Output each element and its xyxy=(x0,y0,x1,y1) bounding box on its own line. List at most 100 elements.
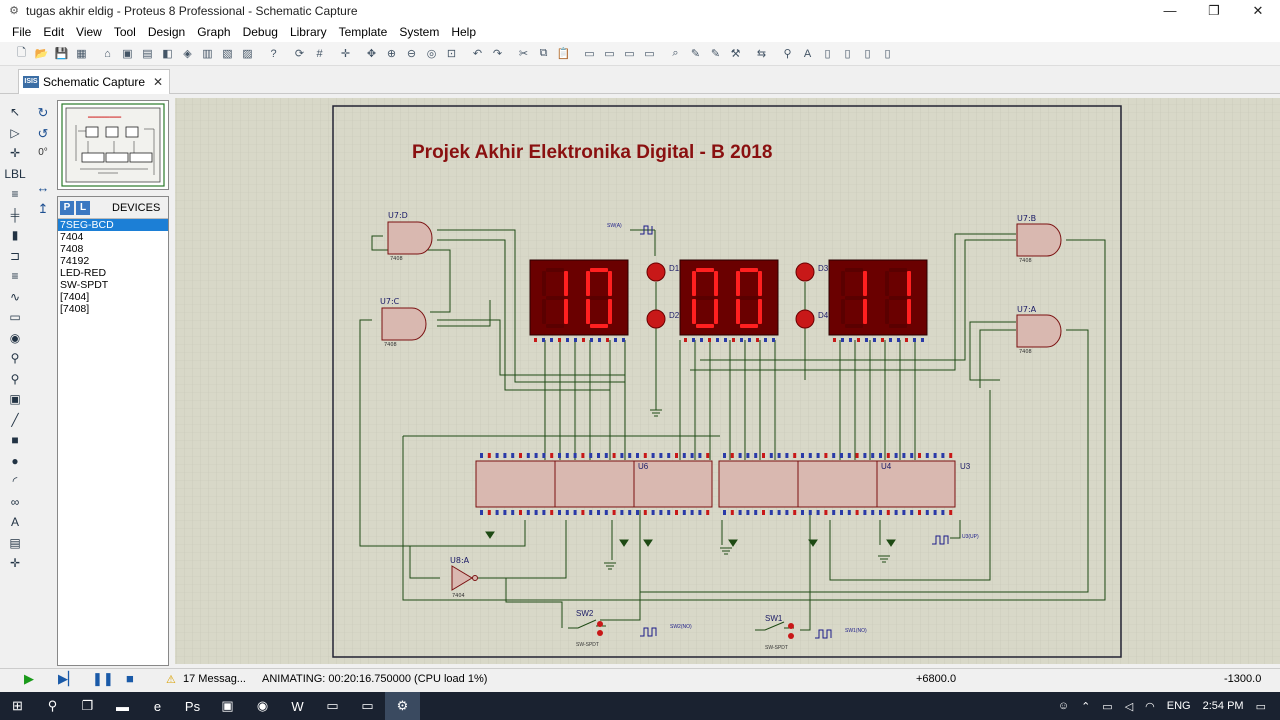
marker-mode-icon[interactable]: ✛ xyxy=(0,553,30,574)
app-window-icon[interactable]: ▭ xyxy=(315,692,350,720)
generator-mode-icon[interactable]: ◉ xyxy=(0,328,30,349)
pin-mode-icon[interactable]: ≡ xyxy=(0,266,30,287)
undo-icon[interactable]: ↶ xyxy=(468,45,487,63)
counter-chip-row-left[interactable]: U6 xyxy=(475,460,713,508)
store-icon[interactable]: ▣ xyxy=(210,692,245,720)
redo-icon[interactable]: ↷ xyxy=(488,45,507,63)
message-count[interactable]: 17 Messag... xyxy=(183,673,246,685)
paste-icon[interactable]: 📋 xyxy=(554,45,573,63)
menu-view[interactable]: View xyxy=(70,25,108,39)
clock[interactable]: 2:54 PM xyxy=(1203,700,1244,712)
device-item[interactable]: 7404 xyxy=(58,231,168,243)
copy-icon[interactable]: ⧉ xyxy=(534,45,553,63)
step-icon[interactable]: ▶▏ xyxy=(58,671,78,687)
tray-chevron-icon[interactable]: ⌃ xyxy=(1081,700,1090,713)
notifications-icon[interactable]: ▭ xyxy=(1256,700,1266,713)
home-icon[interactable]: ⌂ xyxy=(98,45,117,63)
terminal-mode-icon[interactable]: ⊐ xyxy=(0,246,30,267)
menu-edit[interactable]: Edit xyxy=(37,25,70,39)
pick-devices-button[interactable]: P xyxy=(60,200,74,215)
new-file-icon[interactable]: 🗋 xyxy=(12,45,31,63)
close-button[interactable]: ✕ xyxy=(1236,0,1280,22)
tape-recorder-icon[interactable]: ▭ xyxy=(0,307,30,328)
zoom-area-icon[interactable]: ⊡ xyxy=(442,45,461,63)
seven-segment-display[interactable] xyxy=(828,259,928,342)
block-move-icon[interactable]: ▭ xyxy=(600,45,619,63)
zoom-in-icon[interactable]: ⊕ xyxy=(382,45,401,63)
remove-sheet-icon[interactable]: ▯ xyxy=(838,45,857,63)
device-item[interactable]: 7408 xyxy=(58,243,168,255)
search-tag-icon[interactable]: ⚲ xyxy=(778,45,797,63)
file-explorer-icon[interactable]: ▬ xyxy=(105,692,140,720)
package-tool-icon[interactable]: ✎ xyxy=(706,45,725,63)
rotate-clockwise-icon[interactable]: ↻ xyxy=(30,105,56,126)
menu-help[interactable]: Help xyxy=(445,25,482,39)
current-probe-icon[interactable]: ⚲ xyxy=(0,369,30,390)
wire-label-icon[interactable]: LBL xyxy=(0,164,30,185)
property-assign-icon[interactable]: A xyxy=(798,45,817,63)
open-folder-icon[interactable]: 📂 xyxy=(32,45,51,63)
device-item[interactable]: [7404] xyxy=(58,291,168,303)
device-item[interactable]: SW-SPDT xyxy=(58,279,168,291)
mirror-y-icon[interactable]: ↥ xyxy=(30,201,56,222)
block-copy-icon[interactable]: ▭ xyxy=(580,45,599,63)
source-code-icon[interactable]: ▨ xyxy=(238,45,257,63)
pan-icon[interactable]: ✥ xyxy=(362,45,381,63)
graph-mode-icon[interactable]: ∿ xyxy=(0,287,30,308)
origin-icon[interactable]: ✛ xyxy=(336,45,355,63)
gerber-icon[interactable]: ◧ xyxy=(158,45,177,63)
decompose-icon[interactable]: ⚒ xyxy=(726,45,745,63)
tab-close-icon[interactable]: ✕ xyxy=(153,75,163,89)
voltage-probe-icon[interactable]: ⚲ xyxy=(0,348,30,369)
seven-segment-display[interactable] xyxy=(679,259,779,342)
device-item[interactable]: 7SEG-BCD xyxy=(58,219,168,231)
seven-segment-display[interactable] xyxy=(529,259,629,342)
people-icon[interactable]: ☺ xyxy=(1058,700,1069,712)
subcircuit-icon[interactable]: ▮ xyxy=(0,225,30,246)
selection-mode-icon[interactable]: ↖ xyxy=(0,102,30,123)
counter-chip-row-right[interactable]: U4 U3 xyxy=(718,460,971,508)
bus-mode-icon[interactable]: ╪ xyxy=(0,205,30,226)
menu-template[interactable]: Template xyxy=(333,25,394,39)
wire-autorouter-icon[interactable]: ⇆ xyxy=(752,45,771,63)
device-item[interactable]: 74192 xyxy=(58,255,168,267)
menu-tool[interactable]: Tool xyxy=(108,25,142,39)
junction-dot-icon[interactable]: ✛ xyxy=(0,143,30,164)
zoom-out-icon[interactable]: ⊖ xyxy=(402,45,421,63)
schematic-editor[interactable]: Projek Akhir Elektronika Digital - B 201… xyxy=(175,98,1280,664)
arc-mode-icon[interactable]: ◜ xyxy=(0,471,30,492)
mirror-x-icon[interactable]: ↔ xyxy=(30,180,56,201)
search-icon[interactable]: ⚲ xyxy=(35,692,70,720)
task-view-icon[interactable]: ❐ xyxy=(70,692,105,720)
cut-icon[interactable]: ✂ xyxy=(514,45,533,63)
windows-start-icon[interactable]: ⊞ xyxy=(0,692,35,720)
word-icon[interactable]: W xyxy=(280,692,315,720)
device-item[interactable]: LED-RED xyxy=(58,267,168,279)
make-device-icon[interactable]: ✎ xyxy=(686,45,705,63)
restore-button[interactable]: ❐ xyxy=(1192,0,1236,22)
minimize-button[interactable]: — xyxy=(1148,0,1192,22)
edge-browser-icon[interactable]: e xyxy=(140,692,175,720)
zoom-all-icon[interactable]: ◎ xyxy=(422,45,441,63)
library-manager-button[interactable]: L xyxy=(76,200,90,215)
circle-mode-icon[interactable]: ● xyxy=(0,451,30,472)
exit-parent-icon[interactable]: ▯ xyxy=(858,45,877,63)
rotate-anticlockwise-icon[interactable]: ↺ xyxy=(30,126,56,147)
app-window-2-icon[interactable]: ▭ xyxy=(350,692,385,720)
component-mode-icon[interactable]: ▷ xyxy=(0,123,30,144)
bom-icon[interactable]: ▥ xyxy=(198,45,217,63)
pcb-icon[interactable]: ▤ xyxy=(138,45,157,63)
refresh-icon[interactable]: ⟳ xyxy=(290,45,309,63)
menu-design[interactable]: Design xyxy=(142,25,191,39)
text-mode-icon[interactable]: A xyxy=(0,512,30,533)
text-script-icon[interactable]: ≡ xyxy=(0,184,30,205)
schematic-icon[interactable]: ▣ xyxy=(118,45,137,63)
volume-icon[interactable]: ◁ xyxy=(1125,700,1133,713)
device-item[interactable]: [7408] xyxy=(58,303,168,315)
block-delete-icon[interactable]: ▭ xyxy=(640,45,659,63)
overview-window[interactable]: ═══════════ xyxy=(57,100,169,190)
menu-file[interactable]: File xyxy=(6,25,37,39)
pause-icon[interactable]: ❚❚ xyxy=(92,671,114,687)
menu-library[interactable]: Library xyxy=(284,25,333,39)
new-sheet-icon[interactable]: ▯ xyxy=(818,45,837,63)
